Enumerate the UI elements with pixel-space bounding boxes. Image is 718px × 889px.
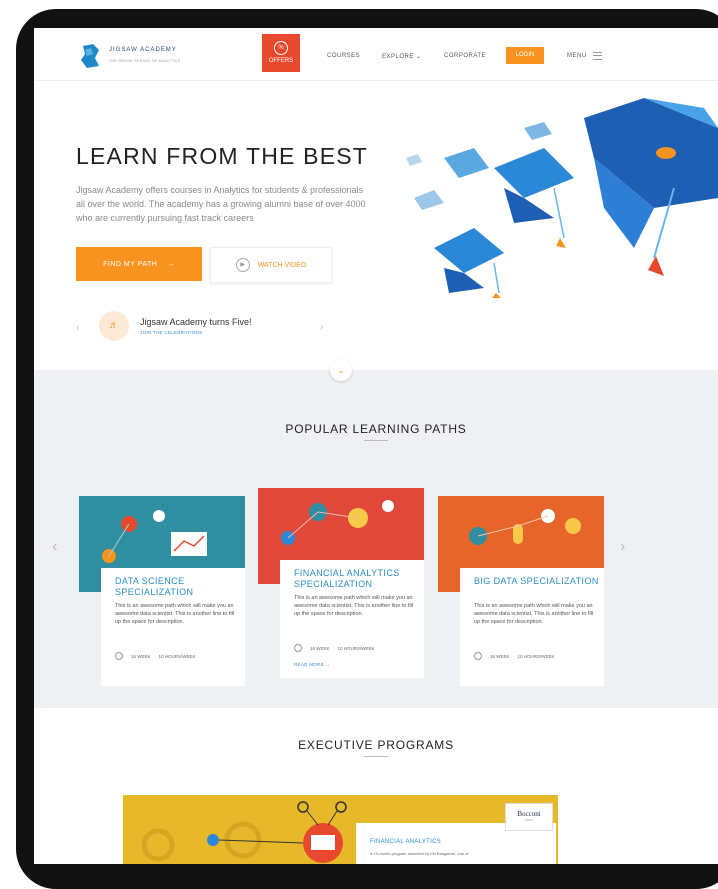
card-description: This is an awesome path which will make …: [115, 603, 235, 625]
section-divider: [364, 756, 388, 757]
card-hours: 10 HOURS/WEEK: [337, 645, 375, 651]
hero-title: LEARN FROM THE BEST: [76, 143, 369, 169]
chevron-down-icon: ⌄: [416, 54, 422, 60]
popular-section-title: POPULAR LEARNING PATHS: [285, 422, 467, 436]
menu-label[interactable]: MENU: [567, 53, 587, 59]
graduation-caps-illustration: [406, 98, 718, 298]
card-body: BIG DATA SPECIALIZATION This is an aweso…: [460, 568, 604, 686]
play-icon: ▶: [235, 258, 250, 272]
logo-title[interactable]: JIGSAW ACADEMY: [109, 47, 177, 53]
small-cap-icon: [434, 228, 504, 298]
logo-tagline: THE ONLINE SCHOOL OF ANALYTICS: [109, 59, 181, 63]
percent-icon: %: [274, 41, 288, 55]
bocconi-logo: Bocconi INDIA: [505, 803, 553, 831]
executive-program-banner[interactable]: FINANCIAL ANALYTICS A 10-month program l…: [123, 795, 558, 864]
path-card-big-data[interactable]: BIG DATA SPECIALIZATION This is an aweso…: [438, 496, 604, 686]
card-description: This is an awesome path which will make …: [474, 603, 594, 625]
hamburger-icon[interactable]: [593, 52, 602, 60]
nav-explore-label: EXPLORE: [382, 54, 414, 60]
news-title[interactable]: Jigsaw Academy turns Five!: [140, 317, 252, 327]
nav-explore[interactable]: EXPLORE ⌄: [382, 53, 422, 60]
offers-label: OFFERS: [268, 58, 294, 64]
carousel-next-arrow[interactable]: ›: [620, 538, 625, 556]
arrow-right-icon: →: [167, 260, 175, 268]
news-next-arrow[interactable]: ›: [320, 322, 323, 333]
card-meta: 16 WEEK 10 HOURS/WEEK: [474, 652, 555, 660]
card-meta: 16 WEEK 10 HOURS/WEEK: [115, 652, 196, 660]
card-title[interactable]: DATA SCIENCE SPECIALIZATION: [115, 576, 243, 598]
carousel-prev-arrow[interactable]: ‹: [52, 538, 57, 556]
large-cap-icon: [584, 98, 718, 276]
nav-corporate[interactable]: CORPORATE: [444, 53, 486, 59]
partner-subtitle: INDIA: [524, 818, 533, 822]
top-navbar: JIGSAW ACADEMY THE ONLINE SCHOOL OF ANAL…: [34, 28, 718, 81]
clock-icon: [474, 652, 482, 660]
path-card-financial-analytics[interactable]: FINANCIAL ANALYTICS SPECIALIZATION This …: [258, 488, 424, 678]
card-weeks: 16 WEEK: [131, 653, 151, 659]
find-my-path-button[interactable]: FIND MY PATH →: [76, 247, 202, 281]
exec-program-title[interactable]: FINANCIAL ANALYTICS: [370, 839, 441, 845]
jigsaw-logo-icon[interactable]: [77, 42, 101, 70]
news-prev-arrow[interactable]: ‹: [76, 322, 79, 333]
hero-description: Jigsaw Academy offers courses in Analyti…: [76, 185, 366, 223]
card-weeks: 16 WEEK: [490, 653, 510, 659]
card-hours: 10 HOURS/WEEK: [517, 653, 555, 659]
nav-courses[interactable]: COURSES: [327, 53, 360, 59]
card-title[interactable]: BIG DATA SPECIALIZATION: [474, 576, 602, 587]
clock-icon: [294, 644, 302, 652]
card-weeks: 16 WEEK: [310, 645, 330, 651]
join-celebrations-link[interactable]: JOIN THE CELEBRATIONS: [140, 330, 202, 335]
watch-video-button[interactable]: ▶ WATCH VIDEO: [210, 247, 332, 283]
medium-cap-icon: [494, 148, 574, 248]
read-more-link[interactable]: READ MORE →: [294, 662, 330, 667]
scroll-down-button[interactable]: ⌄: [330, 359, 352, 381]
watch-video-label: WATCH VIDEO: [257, 261, 307, 269]
card-hours: 10 HOURS/WEEK: [158, 653, 196, 659]
card-description: This is an awesome path which will make …: [294, 595, 414, 617]
partner-name: Bocconi: [517, 810, 541, 818]
exec-program-description: A 10-month program launched by IIM Banga…: [370, 851, 469, 856]
section-divider: [364, 440, 388, 441]
financial-analytics-banner-illustration: [141, 801, 347, 863]
card-meta: 16 WEEK 10 HOURS/WEEK: [294, 644, 375, 652]
find-my-path-label: FIND MY PATH: [103, 260, 158, 268]
login-button[interactable]: LOGIN: [506, 47, 544, 64]
card-title[interactable]: FINANCIAL ANALYTICS SPECIALIZATION: [294, 568, 422, 590]
offers-button[interactable]: % OFFERS: [262, 34, 300, 72]
clock-icon: [115, 652, 123, 660]
executive-section-title: EXECUTIVE PROGRAMS: [298, 738, 454, 752]
path-card-data-science[interactable]: DATA SCIENCE SPECIALIZATION This is an a…: [79, 496, 245, 686]
birthday-cake-icon: ♬: [99, 311, 129, 341]
card-body: FINANCIAL ANALYTICS SPECIALIZATION This …: [280, 560, 424, 678]
browser-screen: JIGSAW ACADEMY THE ONLINE SCHOOL OF ANAL…: [34, 28, 718, 864]
card-body: DATA SCIENCE SPECIALIZATION This is an a…: [101, 568, 245, 686]
